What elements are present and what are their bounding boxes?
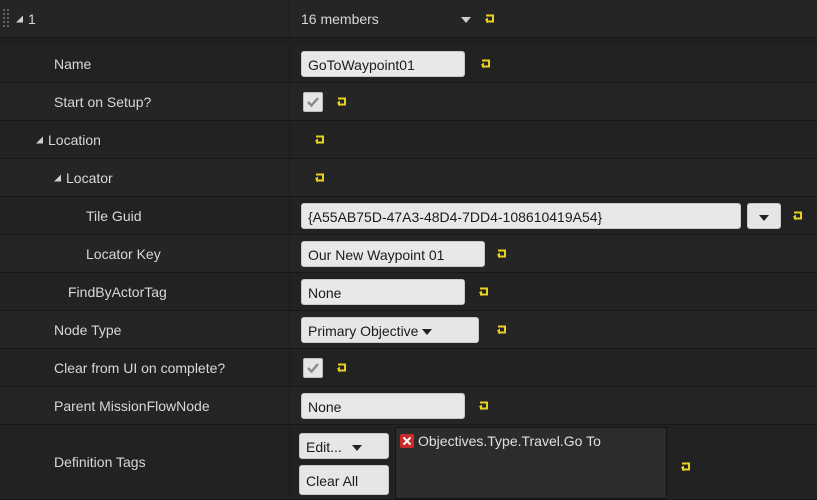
row-right (291, 349, 817, 386)
row-left: Location (0, 121, 290, 158)
clear-from-ui-checkbox[interactable] (303, 357, 323, 378)
node-type-selected-value: Primary Objective (308, 322, 419, 339)
expand-arrow-icon[interactable] (16, 15, 23, 22)
row-right: GoToWaypoint01 (291, 45, 817, 82)
tile-guid-field[interactable]: {A55AB75D-47A3-48D4-7DD4-108610419A54} (301, 202, 741, 229)
reset-icon[interactable] (485, 14, 495, 23)
expand-arrow-icon[interactable] (36, 136, 43, 143)
clear-all-tags-button[interactable]: Clear All (299, 465, 389, 495)
row-right: None (291, 387, 817, 424)
expand-arrow-icon[interactable] (54, 174, 61, 181)
property-label: Definition Tags (54, 454, 146, 470)
reset-icon[interactable] (497, 249, 507, 258)
row-right: None (291, 273, 817, 310)
property-label: Tile Guid (86, 207, 142, 224)
array-element-row: 1 16 members (0, 0, 817, 38)
property-label: Clear from UI on complete? (54, 359, 226, 376)
property-row-locator: Locator (0, 159, 817, 197)
property-label: Node Type (54, 321, 122, 338)
property-row-start-on-setup: Start on Setup? (0, 83, 817, 121)
name-input[interactable]: GoToWaypoint01 (301, 50, 465, 77)
property-row-tile-guid: Tile Guid {A55AB75D-47A3-48D4-7DD4-10861… (0, 197, 817, 235)
row-right: 16 members (291, 0, 817, 37)
row-left: FindByActorTag (0, 273, 290, 310)
row-right: Our New Waypoint 01 (291, 235, 817, 272)
parent-mission-flow-node-input[interactable]: None (301, 392, 465, 419)
row-left: Locator (0, 159, 290, 196)
property-row-location: Location (0, 121, 817, 159)
tag-text: Objectives.Type.Travel.Go To (418, 433, 601, 449)
chevron-down-icon (759, 214, 769, 221)
drag-handle-icon[interactable] (2, 8, 10, 28)
checkmark-icon (307, 96, 319, 107)
edit-tags-button[interactable]: Edit... (299, 433, 389, 459)
row-left: Node Type (0, 311, 290, 348)
row-left: Start on Setup? (0, 83, 290, 120)
remove-tag-icon[interactable] (400, 434, 414, 448)
row-right: Primary Objective (291, 311, 817, 348)
property-label: Locator (66, 169, 113, 186)
members-count-text: 16 members (301, 10, 379, 27)
reset-icon[interactable] (337, 363, 347, 372)
reset-icon[interactable] (479, 401, 489, 410)
node-type-select[interactable]: Primary Objective (301, 316, 479, 343)
property-label: Start on Setup? (54, 93, 152, 110)
chevron-down-icon (422, 328, 433, 335)
chevron-down-icon (351, 445, 362, 452)
tag-item: Objectives.Type.Travel.Go To (400, 433, 601, 449)
members-dropdown-icon[interactable] (461, 17, 471, 23)
row-right: Edit... Clear All Objectives.Type.Travel… (291, 425, 817, 499)
row-left: Clear from UI on complete? (0, 349, 290, 386)
row-left: Locator Key (0, 235, 290, 272)
property-row-find-by-actor-tag: FindByActorTag None (0, 273, 817, 311)
property-row-clear-from-ui: Clear from UI on complete? (0, 349, 817, 387)
reset-icon[interactable] (497, 325, 507, 334)
checkmark-icon (307, 362, 319, 373)
find-by-actor-tag-input[interactable]: None (301, 278, 465, 305)
property-label: Parent MissionFlowNode (54, 397, 210, 414)
row-left: Name (0, 45, 290, 82)
property-label: Name (54, 55, 92, 72)
reset-icon[interactable] (337, 97, 347, 106)
property-row-node-type: Node Type Primary Objective (0, 311, 817, 349)
start-on-setup-checkbox[interactable] (303, 91, 323, 112)
tag-container: Objectives.Type.Travel.Go To (395, 427, 667, 499)
reset-icon[interactable] (793, 211, 803, 220)
property-label: FindByActorTag (68, 283, 167, 300)
array-index-label: 1 (28, 10, 36, 27)
row-left: Tile Guid (0, 197, 290, 234)
reset-icon[interactable] (481, 59, 491, 68)
row-left: 1 (0, 0, 290, 37)
row-right (291, 121, 817, 158)
row-right (291, 83, 817, 120)
reset-icon[interactable] (479, 287, 489, 296)
reset-icon[interactable] (681, 462, 691, 472)
reset-icon[interactable] (315, 173, 325, 182)
locator-key-input[interactable]: Our New Waypoint 01 (301, 240, 485, 267)
property-label: Locator Key (86, 245, 161, 262)
edit-tags-label: Edit... (306, 439, 342, 455)
property-row-definition-tags: Definition Tags Edit... Clear All Object… (0, 425, 817, 500)
row-left: Parent MissionFlowNode (0, 387, 290, 424)
details-panel: 1 16 members Name GoToWaypoint01 Start o… (0, 0, 817, 500)
property-row-name: Name GoToWaypoint01 (0, 45, 817, 83)
reset-icon[interactable] (315, 135, 325, 144)
row-right (291, 159, 817, 196)
members-count[interactable]: 16 members (301, 11, 379, 27)
row-right: {A55AB75D-47A3-48D4-7DD4-108610419A54} (291, 197, 817, 234)
property-label: Location (48, 131, 101, 148)
property-row-parent-mission-flow-node: Parent MissionFlowNode None (0, 387, 817, 425)
tile-guid-dropdown-button[interactable] (747, 202, 781, 229)
property-row-locator-key: Locator Key Our New Waypoint 01 (0, 235, 817, 273)
row-left: Definition Tags (0, 425, 290, 499)
